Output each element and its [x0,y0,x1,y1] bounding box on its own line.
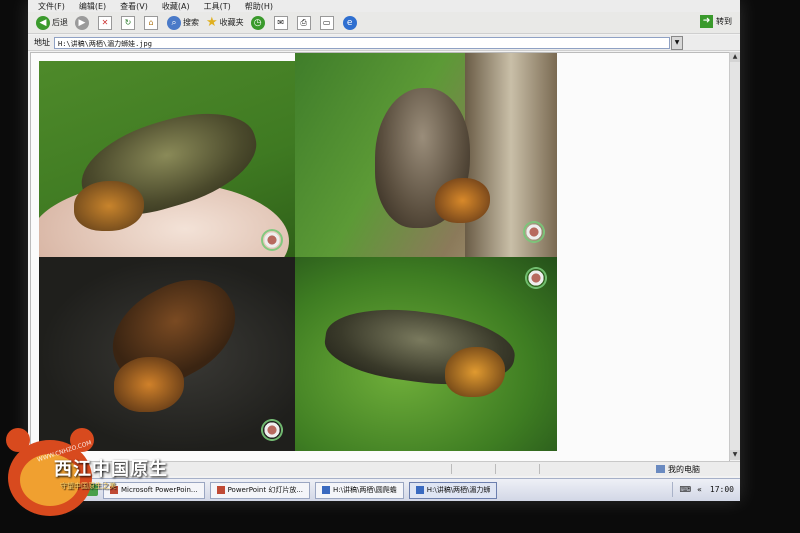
scroll-up-icon[interactable]: ▲ [730,52,740,62]
watermark-title: 西江中国原生 [54,459,168,480]
star-icon: ★ [206,15,218,30]
powerpoint-icon [216,486,225,494]
browser-window: 文件(F) 编辑(E) 查看(V) 收藏(A) 工具(T) 帮助(H) ◀ 后退… [28,0,740,501]
back-arrow-icon: ◀ [36,15,50,30]
menu-file[interactable]: 文件(F) [38,1,65,12]
home-button[interactable]: ⌂ [144,15,160,30]
task-folder-2[interactable]: H:\讲稿\两栖\湄力蛳 [408,481,498,499]
address-dropdown-icon[interactable]: ▼ [671,35,683,50]
menu-help[interactable]: 帮助(H) [245,1,273,12]
task-slideshow[interactable]: PowerPoint 幻灯片放... [209,481,311,499]
menu-tools[interactable]: 工具(T) [204,1,231,12]
home-icon: ⌂ [144,15,158,30]
ie-button[interactable]: e [342,15,359,30]
back-label: 后退 [52,18,68,27]
frog-photo-green-moss [295,257,557,451]
task-label: PowerPoint 幻灯片放... [227,485,304,494]
status-cell [499,464,540,474]
taskbar: 开始 Microsoft PowerPoin... PowerPoint 幻灯片… [28,478,740,501]
refresh-icon: ↻ [121,15,135,30]
watermark-subtitle: 守望中国原生之美 [60,482,116,490]
address-bar: 地址 H:\讲稿\两栖\湄力蛳娃.jpg ▼ [28,35,740,51]
status-zone: 我的电脑 [656,464,700,475]
status-cell [455,464,496,474]
stop-icon: ✕ [98,15,112,30]
watermark-stamp-icon [261,229,283,251]
ie-window-icon [415,486,424,494]
tray-expand-icon[interactable]: « [697,485,702,494]
tray-keyboard-icon[interactable]: ⌨ [679,485,691,494]
print-icon: ⎙ [296,15,311,30]
task-label: H:\讲稿\两栖\湄力蛳 [426,485,491,494]
menu-bar: 文件(F) 编辑(E) 查看(V) 收藏(A) 工具(T) 帮助(H) [28,0,740,12]
frog-leg [445,347,505,397]
watermark-stamp-icon [523,221,545,243]
ie-window-icon [322,486,331,494]
edit-icon: ▭ [319,15,334,30]
frog-photo-rock [39,257,295,451]
address-label: 地址 [34,38,50,47]
go-button[interactable]: ➜ 转到 [700,15,732,28]
address-input[interactable]: H:\讲稿\两栖\湄力蛳娃.jpg [54,36,670,49]
menu-view[interactable]: 查看(V) [120,1,148,12]
system-tray: ⌨ « 17:00 [672,482,734,497]
print-button[interactable]: ⎙ [296,15,313,30]
task-folder-1[interactable]: H:\讲稿\两栖\圆爬蟾 [315,481,404,499]
clock: 17:00 [709,485,734,494]
frog-photo-fingertip [39,61,295,257]
history-button[interactable]: ◷ [250,15,267,30]
task-label: Microsoft PowerPoin... [121,485,198,494]
search-icon: ⌕ [167,15,181,30]
frog-leg [435,178,490,223]
mail-button[interactable]: ✉ [273,15,290,30]
watermark-stamp-icon [261,419,283,441]
mail-icon: ✉ [273,15,288,30]
go-arrow-icon: ➜ [700,15,713,28]
menu-edit[interactable]: 编辑(E) [79,1,106,12]
search-button[interactable]: ⌕ 搜索 [167,15,199,30]
forward-arrow-icon: ▶ [75,15,89,30]
forward-button[interactable]: ▶ [75,15,91,30]
ie-logo-icon: e [342,15,357,30]
frog-leg [74,181,144,231]
history-icon: ◷ [250,15,265,30]
status-zone-label: 我的电脑 [668,464,700,474]
scroll-down-icon[interactable]: ▼ [730,450,740,460]
favorites-label: 收藏夹 [219,18,244,27]
task-powerpoint[interactable]: Microsoft PowerPoin... [103,481,205,499]
task-label: H:\讲稿\两栖\圆爬蟾 [333,485,397,494]
frog-photo-moss-log [295,53,557,257]
menu-favorites[interactable]: 收藏(A) [162,1,190,12]
computer-icon [656,465,665,473]
vertical-scrollbar[interactable]: ▲ ▼ [729,52,740,460]
stop-button[interactable]: ✕ [98,15,114,30]
go-label: 转到 [716,17,732,26]
favorites-button[interactable]: ★ 收藏夹 [206,15,244,30]
watermark-stamp-icon [525,267,547,289]
edit-button[interactable]: ▭ [319,15,336,30]
search-label: 搜索 [183,18,199,27]
toolbar: ◀ 后退 ▶ ✕ ↻ ⌂ ⌕ 搜索 ★ 收藏夹 ◷ ✉ ⎙ ▭ e [28,12,740,34]
image-viewport [30,52,730,462]
back-button[interactable]: ◀ 后退 [36,15,68,30]
refresh-button[interactable]: ↻ [121,15,137,30]
frog-leg [114,357,184,412]
